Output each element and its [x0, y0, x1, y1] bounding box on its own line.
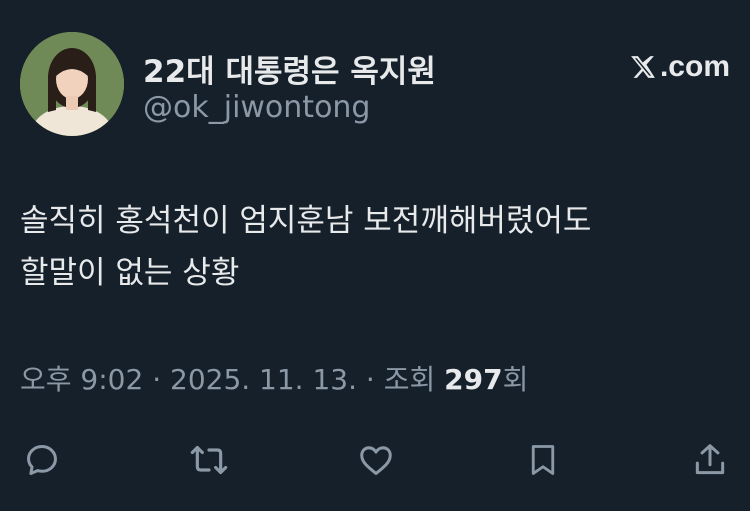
author-handle[interactable]: @ok_jiwontong: [143, 90, 370, 125]
x-logo-icon: [631, 56, 655, 78]
tweet-text: 솔직히 홍석천이 엄지훈남 보전깨해버렸어도 할말이 없는 상황: [20, 203, 592, 291]
view-count: 297: [444, 363, 503, 396]
tweet-timestamp[interactable]: 오후 9:02 · 2025. 11. 13. · 조회: [20, 363, 444, 396]
share-button[interactable]: [688, 438, 732, 482]
x-brand: .com: [630, 50, 730, 84]
reply-icon: [27, 445, 57, 475]
like-icon: [360, 446, 392, 475]
share-icon: [695, 444, 725, 475]
like-button[interactable]: [354, 438, 398, 482]
avatar[interactable]: [20, 32, 124, 136]
author-display-name[interactable]: 22대 대통령은 옥지원: [143, 46, 436, 91]
action-bar: [20, 435, 732, 485]
retweet-icon: [190, 445, 228, 475]
bookmark-button[interactable]: [521, 438, 565, 482]
reply-button[interactable]: [20, 438, 64, 482]
retweet-button[interactable]: [187, 438, 231, 482]
tweet-header: 22대 대통령은 옥지원 @ok_jiwontong .com: [20, 30, 730, 140]
view-suffix: 회: [502, 363, 529, 396]
x-brand-label: .com: [659, 50, 730, 83]
tweet-meta: 오후 9:02 · 2025. 11. 13. · 조회 297회: [20, 358, 528, 398]
bookmark-icon: [531, 445, 555, 475]
